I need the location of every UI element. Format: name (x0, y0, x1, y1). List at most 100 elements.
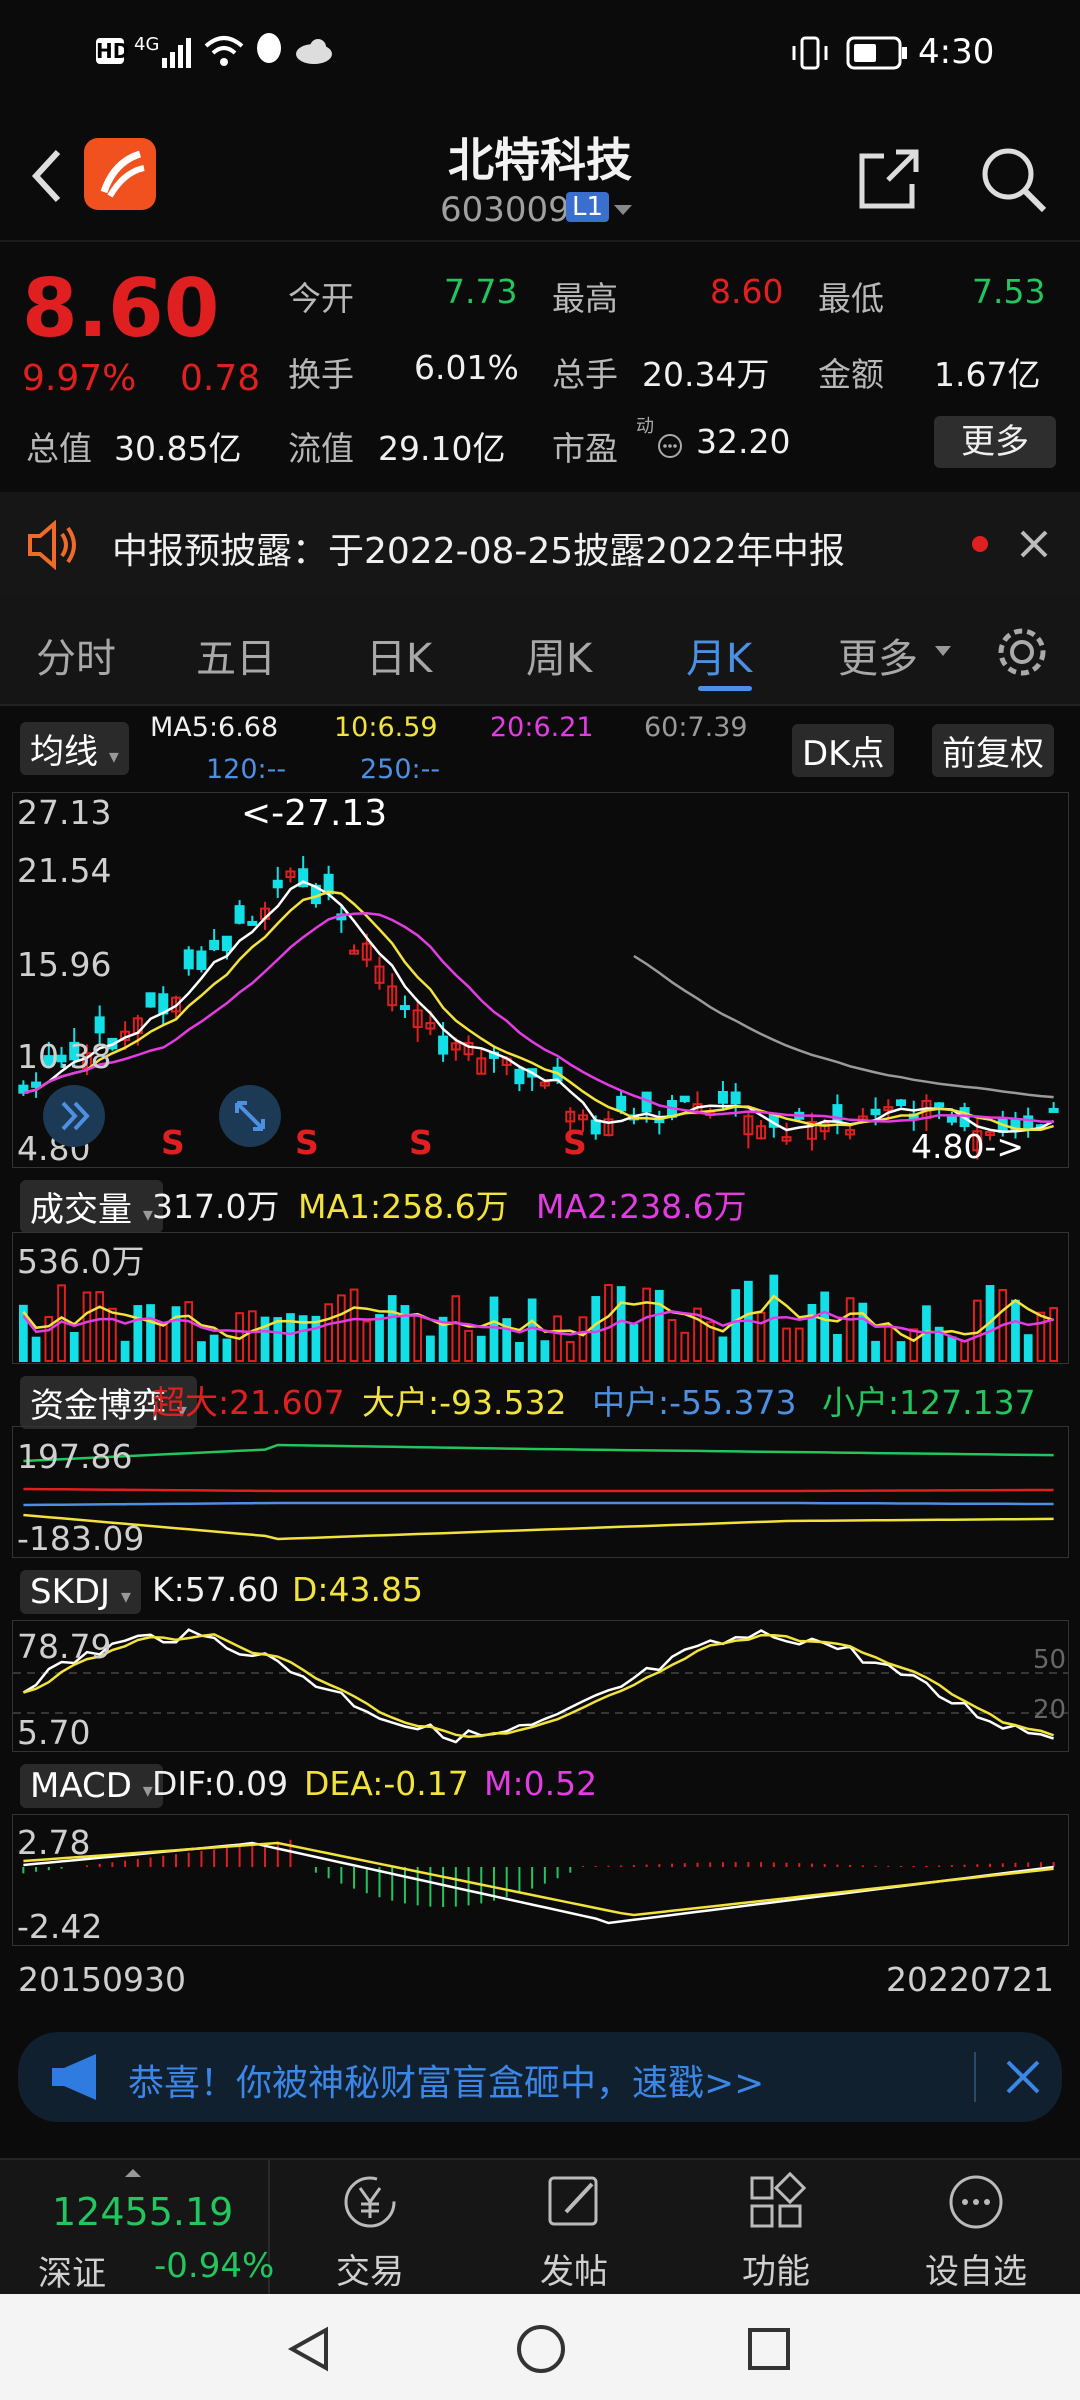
volume-bar (158, 1324, 168, 1362)
volume-value: 20.34万 (642, 355, 770, 394)
info-icon[interactable] (656, 432, 684, 460)
home-circle-icon[interactable] (514, 2322, 568, 2376)
kline-panel[interactable]: 27.13 21.54 15.96 10.38 4.80 <-27.13 4.8… (12, 792, 1069, 1168)
tab-monthly-k[interactable]: 月K (686, 626, 752, 684)
volume-bar (120, 1340, 130, 1362)
status-bar: HD 4G 4:30 (0, 0, 1080, 110)
pe-label: 市盈 (552, 429, 618, 468)
volume-bar (324, 1303, 333, 1362)
amount-value: 1.67亿 (934, 355, 1041, 394)
volume-bar (565, 1340, 575, 1362)
tab-weekly-k[interactable]: 周K (526, 626, 592, 684)
nav-trade-label: 交易 (336, 2252, 404, 2292)
fund-panel[interactable]: 197.86 -183.09 (12, 1426, 1069, 1558)
indicator-selector[interactable]: 均线 ▾ (20, 722, 129, 775)
pe-value: 32.20 (696, 422, 791, 461)
gear-icon[interactable] (994, 624, 1050, 680)
volume-bar (1049, 1307, 1059, 1363)
volume-bar (387, 1295, 397, 1362)
macd-dif: DIF:0.09 (152, 1764, 289, 1803)
volume-bar (108, 1307, 117, 1362)
macd-panel[interactable]: 2.78 -2.42 (12, 1814, 1069, 1946)
level-badge[interactable]: L1 (566, 192, 610, 222)
float-label: 流值 (288, 429, 354, 468)
candle-body (730, 1091, 741, 1105)
volume-bar (273, 1317, 283, 1363)
candle-body (94, 1016, 105, 1034)
macd-label: MACD (30, 1766, 132, 1806)
tab-more[interactable]: 更多 (838, 626, 918, 684)
sell-signal: S (563, 1123, 587, 1162)
fund-small-line (23, 1443, 1054, 1463)
dk-point-button[interactable]: DK点 (792, 724, 895, 777)
volume-bar (146, 1304, 155, 1363)
candle-body (896, 1099, 907, 1107)
candle-body (145, 992, 156, 1008)
index-name: 深证 (38, 2254, 106, 2294)
candle-body (234, 905, 245, 924)
macd-dea-line (23, 1841, 1054, 1917)
volume-selector[interactable]: 成交量 ▾ (20, 1180, 163, 1233)
last-price: 8.60 (22, 262, 220, 355)
expand-left-button[interactable] (43, 1085, 105, 1147)
float-value: 29.10亿 (378, 429, 506, 468)
candle-body (679, 1095, 690, 1103)
volume-bar (95, 1291, 105, 1363)
nav-functions[interactable]: 功能 (676, 2160, 876, 2296)
macd-selector[interactable]: MACD ▾ (20, 1764, 163, 1808)
close-icon[interactable] (1004, 2058, 1044, 2098)
back-triangle-icon[interactable] (284, 2324, 334, 2374)
index-ticker[interactable]: 12455.19 深证 -0.94% (0, 2160, 274, 2296)
volume-bar (349, 1288, 359, 1363)
volume-bar (718, 1336, 728, 1362)
volume-bar (1023, 1334, 1033, 1362)
tab-five-day[interactable]: 五日 (196, 626, 276, 684)
volume-bar (31, 1336, 41, 1362)
tab-intraday[interactable]: 分时 (36, 626, 116, 684)
caret-up-icon (125, 2169, 141, 2177)
adjust-button[interactable]: 前复权 (932, 724, 1054, 777)
fund-mid: 中户:-55.373 (592, 1383, 797, 1422)
ma5-line (23, 880, 1055, 1133)
chevron-down-icon[interactable] (612, 202, 634, 218)
volume-bar (209, 1334, 219, 1362)
nav-trade[interactable]: 交易 (270, 2160, 470, 2296)
vibrate-icon (792, 36, 828, 70)
share-icon[interactable] (856, 146, 922, 212)
nav-add-watchlist-label: 设自选 (925, 2252, 1027, 2292)
volume-bar (413, 1314, 423, 1362)
fullscreen-button[interactable] (219, 1085, 281, 1147)
sell-signal: S (161, 1123, 185, 1162)
candle-body (1048, 1107, 1059, 1113)
volume-panel[interactable]: 536.0万 (12, 1232, 1069, 1364)
volume-bar (336, 1294, 346, 1362)
volume-bar (820, 1291, 830, 1363)
promo-banner[interactable]: 恭喜！你被神秘财富盲盒砸中，速戳>> (18, 2032, 1062, 2122)
skdj-selector[interactable]: SKDJ ▾ (20, 1570, 141, 1614)
skdj-panel[interactable]: 78.79 5.70 50 20 (12, 1620, 1069, 1752)
volume-bar (680, 1331, 690, 1362)
notice-bar[interactable]: 中报预披露：于2022-08-25披露2022年中报 (0, 492, 1080, 596)
tab-daily-k[interactable]: 日K (366, 626, 432, 684)
volume-bar (197, 1341, 206, 1362)
change-pct: 9.97% (22, 358, 137, 399)
clock: 4:30 (918, 32, 995, 72)
nav-add-watchlist[interactable]: 设自选 (876, 2160, 1076, 2296)
search-icon[interactable] (978, 144, 1048, 214)
index-value: 12455.19 (52, 2190, 234, 2234)
nav-post[interactable]: 发帖 (474, 2160, 674, 2296)
sell-signal: S (295, 1123, 319, 1162)
volume-bar (591, 1296, 601, 1362)
skdj-y-bottom: 5.70 (17, 1713, 91, 1752)
volume-bar (629, 1323, 639, 1362)
skdj-ref-low: 20 (1033, 1695, 1067, 1725)
notice-text: 中报预披露：于2022-08-25披露2022年中报 (112, 531, 845, 572)
date-end: 20220721 (886, 1960, 1054, 1999)
more-quote-button[interactable]: 更多 (934, 416, 1056, 468)
close-icon[interactable] (1018, 528, 1050, 560)
volume-bar (960, 1340, 969, 1362)
skdj-chart (13, 1628, 1068, 1744)
recents-square-icon[interactable] (744, 2324, 794, 2374)
fund-big: 大户:-93.532 (362, 1383, 567, 1422)
volume-bar (909, 1328, 919, 1362)
